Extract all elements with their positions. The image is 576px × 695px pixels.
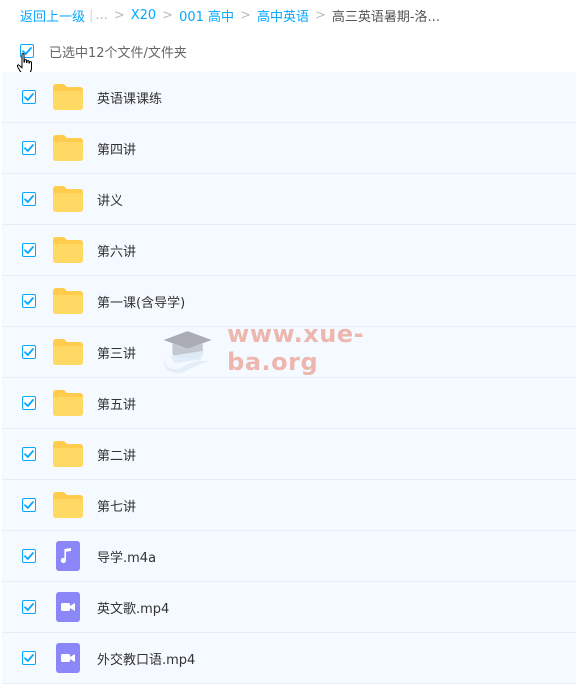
row-checkbox[interactable] [22, 141, 36, 155]
row-checkbox[interactable] [22, 294, 36, 308]
check-icon [24, 246, 34, 254]
file-name[interactable]: 第六讲 [97, 241, 136, 260]
breadcrumb-separator: > [113, 7, 125, 23]
check-icon [24, 501, 34, 509]
file-name[interactable]: 英文歌.mp4 [97, 598, 169, 617]
file-row[interactable]: 第六讲 [2, 225, 576, 276]
folder-icon [52, 132, 84, 164]
row-checkbox[interactable] [22, 192, 36, 206]
check-icon [24, 603, 34, 611]
check-icon [24, 399, 34, 407]
row-checkbox[interactable] [22, 498, 36, 512]
watermark-text: www.xue-ba.org [227, 320, 365, 376]
row-checkbox[interactable] [22, 600, 36, 614]
watermark: www.xue-ba.org [160, 318, 430, 378]
check-icon [24, 144, 34, 152]
select-all-bar: 已选中12个文件/文件夹 [0, 30, 576, 72]
file-row[interactable]: 第二讲 [2, 429, 576, 480]
file-name[interactable]: 第一课(含导学) [97, 292, 185, 311]
file-name[interactable]: 第七讲 [97, 496, 136, 515]
row-checkbox[interactable] [22, 90, 36, 104]
video-file-icon [52, 591, 84, 623]
folder-icon [52, 387, 84, 419]
audio-file-icon [52, 540, 84, 572]
row-checkbox[interactable] [22, 447, 36, 461]
file-name[interactable]: 导学.m4a [97, 547, 156, 566]
graduation-cap-logo-icon [163, 331, 212, 373]
back-link[interactable]: 返回上一级 [20, 6, 85, 25]
file-name[interactable]: 讲义 [97, 190, 123, 209]
file-name[interactable]: 第四讲 [97, 139, 136, 158]
check-icon [24, 297, 34, 305]
breadcrumb-item-gaozhong-yingyu[interactable]: 高中英语 [257, 6, 309, 25]
folder-icon [52, 234, 84, 266]
folder-icon [52, 81, 84, 113]
breadcrumb-separator: > [240, 7, 251, 23]
row-checkbox[interactable] [22, 243, 36, 257]
breadcrumb-item-gaozhong[interactable]: 001 高中 [179, 6, 234, 25]
file-row[interactable]: 第四讲 [2, 123, 576, 174]
breadcrumb-ellipsis[interactable]: ... [95, 8, 107, 23]
file-name[interactable]: 外交教口语.mp4 [97, 649, 195, 668]
file-list: 英语课课练第四讲讲义第六讲第一课(含导学) 第三讲第五讲第二讲第七讲导学.m4a 英… [0, 72, 576, 684]
file-row[interactable]: 英文歌.mp4 [2, 582, 576, 633]
file-row[interactable]: 英语课课练 [2, 72, 576, 123]
row-checkbox[interactable] [22, 345, 36, 359]
folder-icon [52, 285, 84, 317]
check-icon [24, 195, 34, 203]
check-icon [24, 654, 34, 662]
file-row[interactable]: 第五讲 [2, 378, 576, 429]
video-file-icon [52, 642, 84, 674]
row-checkbox[interactable] [22, 549, 36, 563]
file-name[interactable]: 英语课课练 [97, 88, 162, 107]
check-icon [24, 552, 34, 560]
breadcrumb-separator: > [162, 7, 174, 23]
folder-icon [52, 438, 84, 470]
row-checkbox[interactable] [22, 396, 36, 410]
breadcrumb: 返回上一级 | ... > X20 > 001 高中 > 高中英语 > 高三英语… [0, 0, 576, 30]
check-icon [24, 348, 34, 356]
breadcrumb-current: 高三英语暑期-洛... [331, 9, 440, 25]
file-row[interactable]: 导学.m4a [2, 531, 576, 582]
file-name[interactable]: 第二讲 [97, 445, 136, 464]
file-row[interactable]: 讲义 [2, 174, 576, 225]
breadcrumb-separator: > [314, 7, 326, 23]
check-icon [24, 93, 34, 101]
row-checkbox[interactable] [22, 651, 36, 665]
selection-count-label: 已选中12个文件/文件夹 [49, 45, 187, 61]
check-icon [24, 450, 34, 458]
breadcrumb-item-x20[interactable]: X20 [131, 8, 156, 23]
file-row[interactable]: 外交教口语.mp4 [2, 633, 576, 684]
folder-icon [52, 336, 84, 368]
file-name[interactable]: 第五讲 [97, 394, 136, 413]
folder-icon [52, 489, 84, 521]
file-row[interactable]: 第七讲 [2, 480, 576, 531]
file-name[interactable]: 第三讲 [97, 343, 136, 362]
breadcrumb-divider: | [89, 7, 94, 23]
folder-icon [52, 183, 84, 215]
